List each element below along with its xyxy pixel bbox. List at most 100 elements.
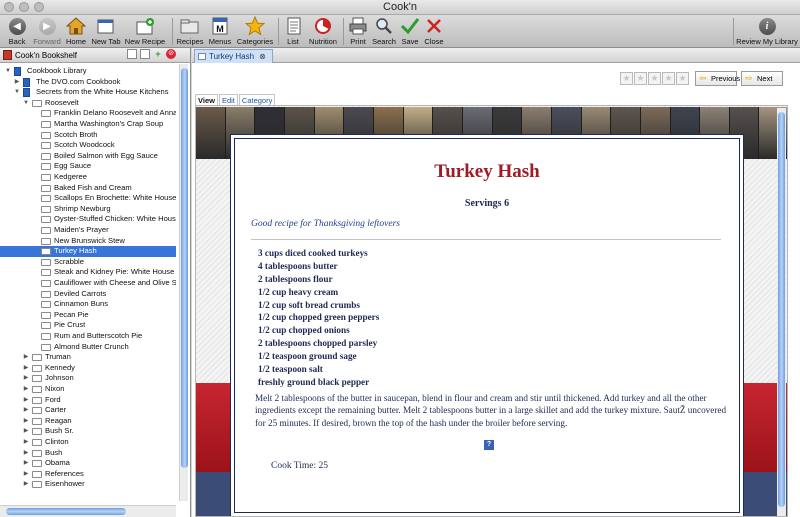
- previous-button[interactable]: ⇦ Previous: [695, 71, 740, 86]
- disclosure-closed-icon[interactable]: ▶: [22, 416, 30, 427]
- tree-item-label: Carter: [45, 405, 67, 415]
- disclosure-closed-icon[interactable]: ▶: [22, 363, 30, 374]
- tree-item[interactable]: ▶ Nixon: [0, 384, 176, 395]
- recipes-button[interactable]: Recipes: [176, 16, 204, 46]
- disclosure-open-icon[interactable]: ▼: [22, 98, 30, 109]
- home-button[interactable]: Home: [63, 16, 89, 46]
- disclosure-closed-icon[interactable]: ▶: [22, 458, 30, 469]
- tree-item[interactable]: Baked Fish and Cream: [0, 183, 176, 194]
- categories-button[interactable]: Categories: [236, 16, 274, 46]
- tree-item[interactable]: Kedgeree: [0, 172, 176, 183]
- disclosure-closed-icon[interactable]: ▶: [22, 352, 30, 363]
- disclosure-closed-icon[interactable]: ▶: [22, 469, 30, 480]
- tree-item[interactable]: Rum and Butterscotch Pie: [0, 331, 176, 342]
- tree-item[interactable]: Cinnamon Buns: [0, 299, 176, 310]
- new-recipe-button[interactable]: New Recipe: [124, 16, 166, 46]
- rating-star-icon[interactable]: ★: [662, 72, 675, 85]
- rating-stars[interactable]: ★ ★ ★ ★ ★: [620, 72, 689, 85]
- tree-item[interactable]: ▶ Kennedy: [0, 363, 176, 374]
- tree-item[interactable]: ▼ Roosevelt: [0, 98, 176, 109]
- tree-item[interactable]: New Brunswick Stew: [0, 236, 176, 247]
- nutrition-icon: [315, 18, 331, 34]
- back-button[interactable]: ◀ Back: [4, 16, 30, 46]
- content-vertical-scrollbar[interactable]: [777, 108, 786, 516]
- disclosure-open-icon[interactable]: ▼: [4, 66, 12, 77]
- scrollbar-thumb[interactable]: [778, 112, 785, 507]
- sidebar-vertical-scrollbar[interactable]: [179, 64, 188, 501]
- tree-item[interactable]: Franklin Delano Roosevelt and Anna: [0, 108, 176, 119]
- tree-item[interactable]: ▶ Reagan: [0, 416, 176, 427]
- tree-item[interactable]: ▶ The DVO.com Cookbook: [0, 77, 176, 88]
- close-window-icon[interactable]: [4, 2, 14, 12]
- rating-star-icon[interactable]: ★: [634, 72, 647, 85]
- tree-item[interactable]: Egg Sauce: [0, 161, 176, 172]
- sidebar-horizontal-scrollbar[interactable]: [0, 505, 176, 517]
- help-icon[interactable]: ?: [484, 440, 494, 450]
- disclosure-closed-icon[interactable]: ▶: [22, 479, 30, 490]
- tree-item-label: Pie Crust: [54, 320, 86, 330]
- tree-item[interactable]: Oyster-Stuffed Chicken: White House: [0, 214, 176, 225]
- disclosure-closed-icon[interactable]: ▶: [22, 405, 30, 416]
- minimize-window-icon[interactable]: [19, 2, 29, 12]
- tree-item[interactable]: Pie Crust: [0, 320, 176, 331]
- collapse-all-icon[interactable]: [127, 49, 137, 59]
- tree-item[interactable]: ▶ Johnson: [0, 373, 176, 384]
- next-button[interactable]: ⇨ Next: [741, 71, 783, 86]
- forward-button[interactable]: ▶ Forward: [31, 16, 63, 46]
- rating-star-icon[interactable]: ★: [648, 72, 661, 85]
- disclosure-closed-icon[interactable]: ▶: [22, 395, 30, 406]
- tree-item[interactable]: Maiden's Prayer: [0, 225, 176, 236]
- new-tab-button[interactable]: New Tab: [90, 16, 122, 46]
- disclosure-closed-icon[interactable]: ▶: [22, 373, 30, 384]
- tab-close-icon[interactable]: ⊗: [259, 52, 266, 61]
- scrollbar-thumb[interactable]: [6, 508, 126, 515]
- tree-item[interactable]: ▶ References: [0, 469, 176, 480]
- tree-item[interactable]: ▶ Clinton: [0, 437, 176, 448]
- tree-item[interactable]: Shrimp Newburg: [0, 204, 176, 215]
- close-button[interactable]: Close: [422, 16, 446, 46]
- tab-turkey-hash[interactable]: Turkey Hash ⊗: [194, 49, 273, 63]
- tree-item[interactable]: Steak and Kidney Pie: White House: [0, 267, 176, 278]
- tree-item[interactable]: Scotch Broth: [0, 130, 176, 141]
- tree-item[interactable]: ▼ Secrets from the White House Kitchens: [0, 87, 176, 98]
- print-button[interactable]: Print: [347, 16, 369, 46]
- tree-item[interactable]: ▶ Eisenhower: [0, 479, 176, 490]
- expand-all-icon[interactable]: [140, 49, 150, 59]
- disclosure-closed-icon[interactable]: ▶: [22, 448, 30, 459]
- tree-item[interactable]: Pecan Pie: [0, 310, 176, 321]
- disclosure-closed-icon[interactable]: ▶: [22, 426, 30, 437]
- tree-item[interactable]: Deviled Carrots: [0, 289, 176, 300]
- tree-item[interactable]: ▶ Bush Sr.: [0, 426, 176, 437]
- review-library-button[interactable]: i Review My Library: [736, 16, 798, 46]
- rating-star-icon[interactable]: ★: [620, 72, 633, 85]
- tree-item-label: Cinnamon Buns: [54, 299, 109, 309]
- search-button[interactable]: Search: [371, 16, 397, 46]
- disclosure-closed-icon[interactable]: ▶: [22, 437, 30, 448]
- zoom-window-icon[interactable]: [34, 2, 44, 12]
- tree-item[interactable]: Scallops En Brochette: White House: [0, 193, 176, 204]
- menus-button[interactable]: M Menus: [206, 16, 234, 46]
- tree-item[interactable]: Cauliflower with Cheese and Olive Sa: [0, 278, 176, 289]
- tree-item[interactable]: Scotch Woodcock: [0, 140, 176, 151]
- nutrition-button[interactable]: Nutrition: [306, 16, 340, 46]
- save-button[interactable]: Save: [399, 16, 421, 46]
- tree-item[interactable]: ▶ Bush: [0, 448, 176, 459]
- tree-item[interactable]: Almond Butter Crunch: [0, 342, 176, 353]
- disclosure-open-icon[interactable]: ▼: [13, 87, 21, 98]
- list-button[interactable]: List: [283, 16, 303, 46]
- disclosure-closed-icon[interactable]: ▶: [22, 384, 30, 395]
- rating-star-icon[interactable]: ★: [676, 72, 689, 85]
- delete-icon[interactable]: ⊘: [166, 49, 176, 59]
- tree-item[interactable]: Boiled Salmon with Egg Sauce: [0, 151, 176, 162]
- add-icon[interactable]: +: [153, 49, 163, 59]
- tree-item[interactable]: ▶ Ford: [0, 395, 176, 406]
- tree-item[interactable]: ▶ Carter: [0, 405, 176, 416]
- tree-item[interactable]: ▶ Obama: [0, 458, 176, 469]
- tree-item[interactable]: Martha Washington's Crap Soup: [0, 119, 176, 130]
- scrollbar-thumb[interactable]: [181, 68, 188, 468]
- tree-item[interactable]: ▶ Truman: [0, 352, 176, 363]
- tree-item[interactable]: Scrabble: [0, 257, 176, 268]
- tree-item[interactable]: ▼ Cookbook Library: [0, 66, 176, 77]
- disclosure-closed-icon[interactable]: ▶: [13, 77, 21, 88]
- tree-item-selected[interactable]: Turkey Hash: [0, 246, 176, 257]
